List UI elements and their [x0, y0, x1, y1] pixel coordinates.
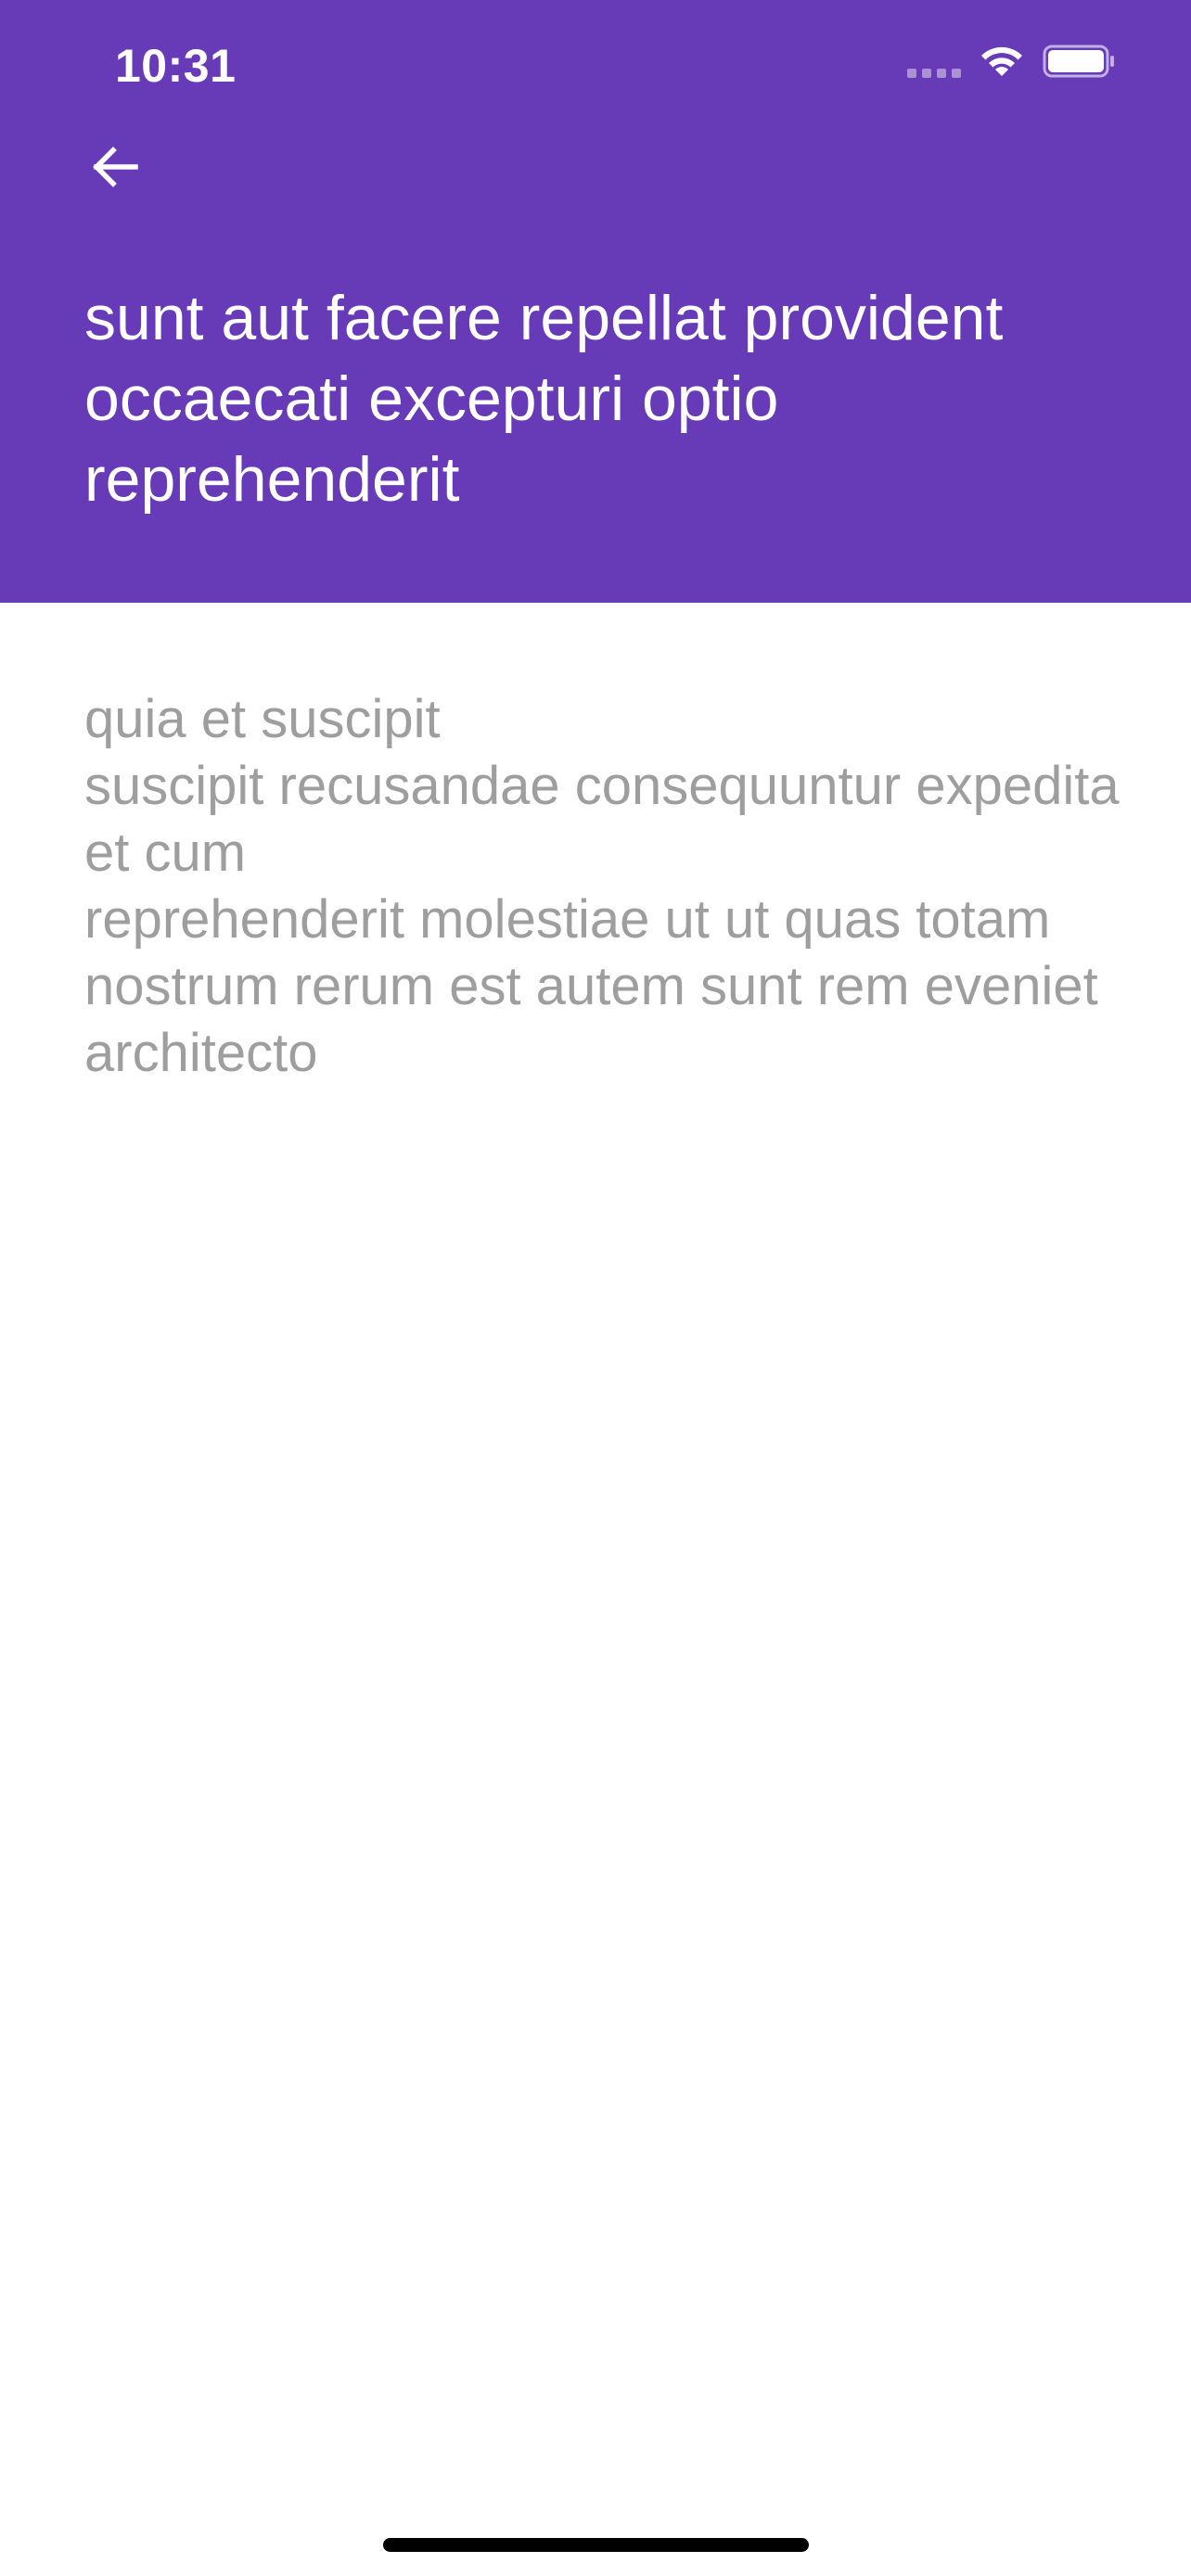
post-body: quia et suscipit suscipit recusandae con… — [84, 689, 1120, 1083]
arrow-left-icon — [93, 147, 138, 187]
battery-icon — [1043, 43, 1117, 84]
back-button[interactable] — [78, 130, 152, 204]
post-title: sunt aut facere repellat provident occae… — [84, 283, 1004, 515]
status-time: 10:31 — [115, 40, 237, 92]
cellular-signal-icon — [907, 68, 961, 78]
status-icons — [907, 43, 1117, 84]
home-indicator — [383, 2538, 809, 2552]
wifi-icon — [978, 43, 1026, 84]
app-bar: 10:31 sunt aut facere repellat provident… — [0, 0, 1191, 603]
post-detail-screen: 10:31 sunt aut facere repellat provident… — [0, 0, 1191, 2576]
